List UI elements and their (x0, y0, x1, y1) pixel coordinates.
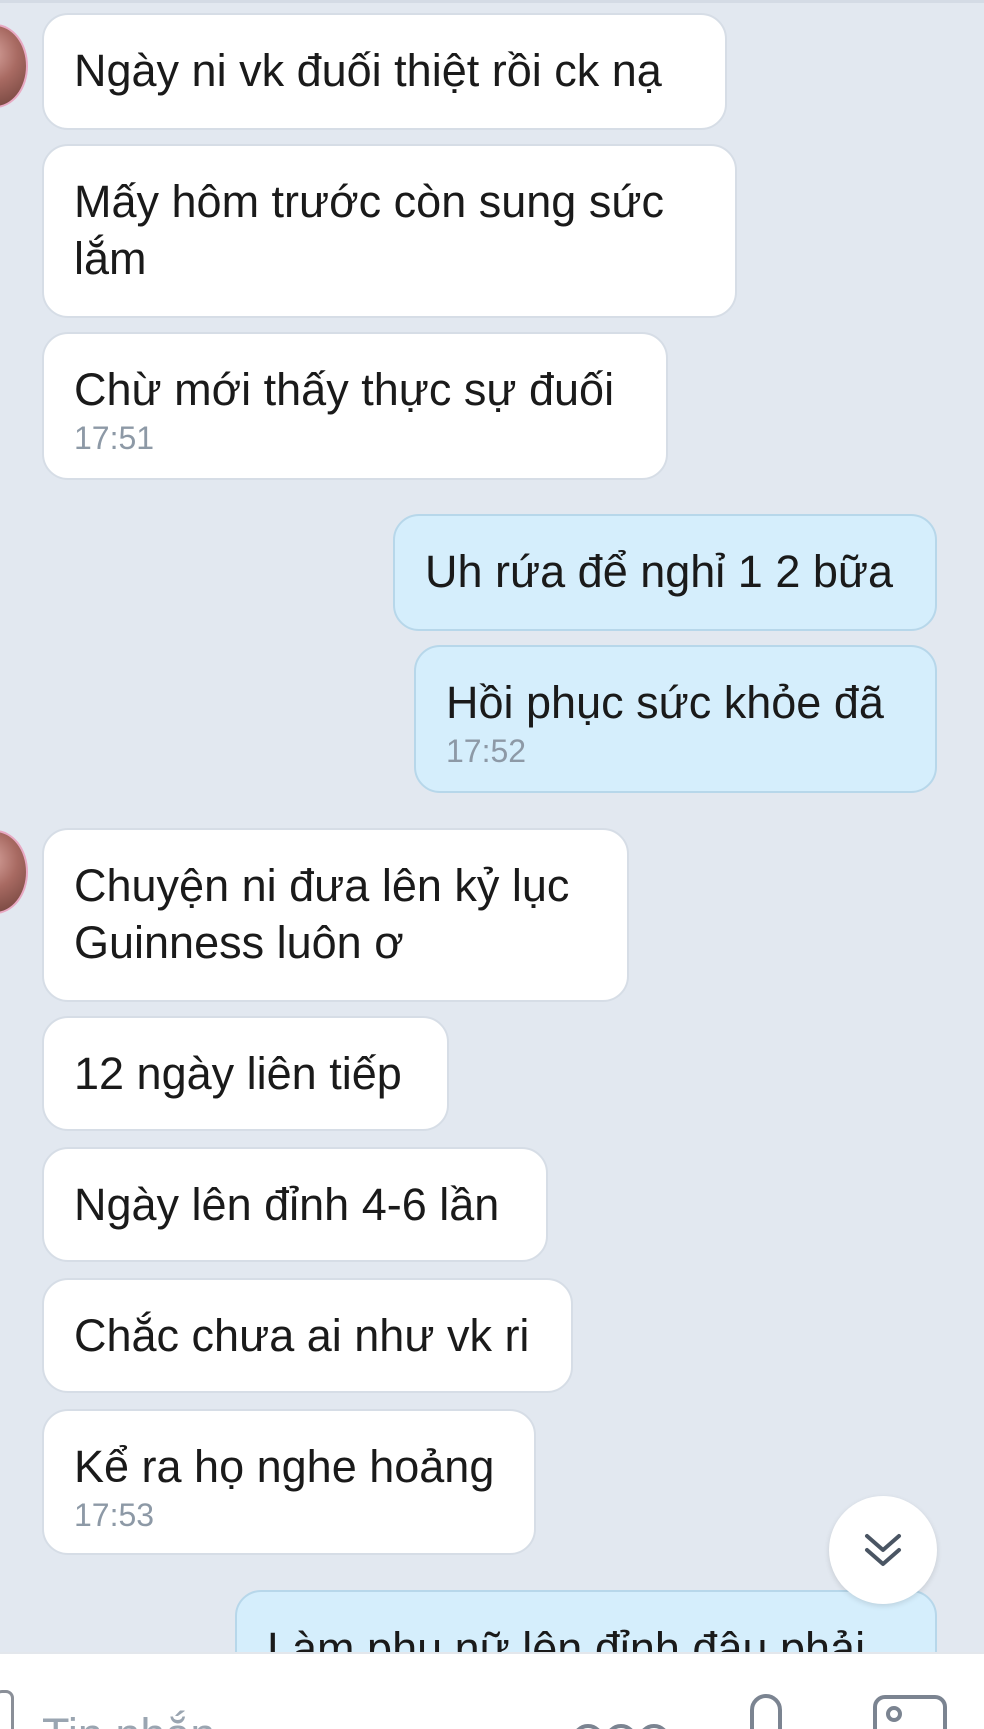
message-bubble-incoming[interactable]: Mấy hôm trước còn sung sức lắm (42, 144, 737, 318)
message-timestamp: 17:53 (74, 1497, 155, 1533)
message-bubble-incoming[interactable]: Ngày lên đỉnh 4-6 lần (42, 1147, 548, 1262)
message-text: Chừ mới thấy thực sự đuối (74, 364, 615, 415)
sticker-icon[interactable] (0, 1690, 14, 1729)
chevron-double-down-icon (865, 1534, 901, 1566)
chat-area[interactable]: Ngày ni vk đuối thiệt rồi ck nạ Mấy hôm … (0, 0, 984, 1652)
message-timestamp: 17:51 (74, 420, 155, 456)
message-bubble-incoming[interactable]: Chuyện ni đưa lên kỷ lục Guinness luôn ơ (42, 828, 629, 1002)
message-bubble-incoming[interactable]: 12 ngày liên tiếp (42, 1016, 449, 1131)
message-bubble-outgoing[interactable]: Hồi phục sức khỏe đã 17:52 (414, 645, 937, 793)
contact-avatar[interactable] (0, 830, 28, 914)
top-divider (0, 0, 984, 3)
message-text: Làm phụ nữ lên đỉnh đâu phải (267, 1623, 866, 1652)
message-text: Kể ra họ nghe hoảng (74, 1441, 495, 1492)
message-input[interactable]: Tin nhắn (42, 1706, 215, 1729)
message-bubble-incoming[interactable]: Kể ra họ nghe hoảng 17:53 (42, 1409, 536, 1555)
message-bubble-incoming[interactable]: Chắc chưa ai như vk ri (42, 1278, 573, 1393)
message-text: Mấy hôm trước còn sung sức (74, 176, 664, 227)
message-text: lắm (74, 233, 147, 284)
message-bubble-incoming[interactable]: Ngày ni vk đuối thiệt rồi ck nạ (42, 13, 727, 130)
contact-avatar[interactable] (0, 24, 28, 108)
microphone-icon[interactable] (740, 1694, 792, 1729)
image-icon[interactable] (872, 1694, 948, 1729)
emoji-icon[interactable] (568, 1712, 674, 1729)
message-input-bar: Tin nhắn (0, 1652, 984, 1729)
message-bubble-incoming[interactable]: Chừ mới thấy thực sự đuối 17:51 (42, 332, 668, 480)
message-text: Chắc chưa ai như vk ri (74, 1310, 530, 1361)
message-text: Ngày ni vk đuối thiệt rồi ck nạ (74, 45, 662, 96)
message-text: Ngày lên đỉnh 4-6 lần (74, 1179, 500, 1230)
message-text: Chuyện ni đưa lên kỷ lục (74, 860, 570, 911)
message-text: Hồi phục sức khỏe đã (446, 677, 884, 728)
message-bubble-outgoing[interactable]: Uh rứa để nghỉ 1 2 bữa (393, 514, 937, 631)
message-text: Uh rứa để nghỉ 1 2 bữa (425, 546, 894, 597)
message-bubble-outgoing[interactable]: Làm phụ nữ lên đỉnh đâu phải (235, 1590, 937, 1652)
scroll-to-bottom-button[interactable] (829, 1496, 937, 1604)
message-text: 12 ngày liên tiếp (74, 1048, 402, 1099)
message-timestamp: 17:52 (446, 733, 527, 769)
message-text: Guinness luôn ơ (74, 917, 404, 968)
